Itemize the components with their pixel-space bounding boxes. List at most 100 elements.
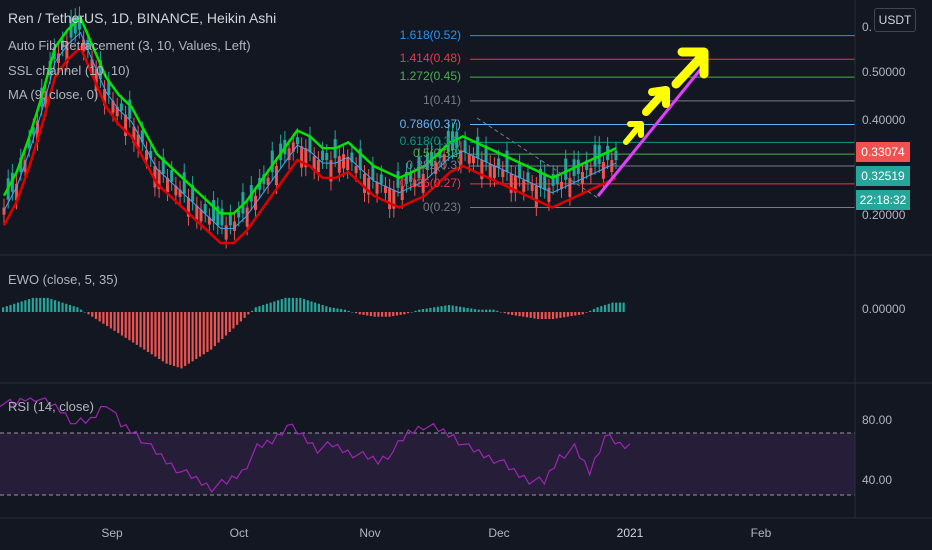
ewo-bar: [310, 301, 313, 312]
ewo-bar: [596, 307, 599, 312]
ewo-bar: [191, 312, 194, 362]
ewo-bar: [239, 312, 242, 322]
ewo-bar: [421, 309, 425, 312]
ewo-bar: [559, 312, 562, 318]
candle-body: [518, 163, 522, 178]
ewo-bar: [369, 312, 373, 317]
candle-body: [476, 136, 480, 159]
ewo-bar: [291, 297, 295, 312]
candle-body: [467, 154, 471, 164]
ewo-bar: [577, 312, 581, 315]
time-label-oct: Oct: [229, 526, 249, 540]
ewo-bar: [91, 312, 94, 317]
ewo-bar: [262, 304, 265, 312]
ewo-bar: [395, 312, 399, 316]
ewo-bar: [284, 297, 287, 312]
chart-canvas[interactable]: [0, 0, 932, 550]
ewo-bar: [28, 299, 31, 312]
ewo-bar: [466, 307, 469, 312]
ewo-bar: [581, 312, 584, 315]
rsi-tick-40: 40.00: [862, 473, 893, 487]
ewo-bar: [50, 299, 53, 312]
ewo-bar: [600, 306, 603, 312]
indicator-ma[interactable]: MA (9, close, 0): [8, 87, 98, 102]
ewo-bar: [250, 310, 254, 312]
ewo-bar: [525, 312, 529, 318]
ewo-bar: [87, 312, 90, 315]
ewo-bar: [321, 304, 324, 312]
candle-body: [212, 200, 216, 222]
ewo-bar: [154, 312, 157, 357]
rsi-title[interactable]: RSI (14, close): [8, 399, 94, 414]
indicator-auto-fib[interactable]: Auto Fib Retracement (3, 10, Values, Lef…: [8, 38, 251, 53]
ewo-bar: [57, 301, 60, 312]
ewo-bar: [117, 312, 120, 334]
candle-body: [463, 140, 467, 153]
candle-body: [614, 150, 618, 161]
ewo-bar: [399, 312, 402, 315]
ewo-bar: [358, 312, 361, 315]
ewo-bar: [418, 309, 421, 312]
price-tick-040: 0.40000: [862, 113, 906, 127]
ewo-bar: [68, 304, 72, 312]
candle-body: [316, 160, 320, 172]
ewo-bar: [243, 312, 246, 318]
price-tick-top: 0.: [862, 20, 873, 34]
ewo-bar: [161, 312, 164, 362]
ewo-bar: [314, 302, 317, 312]
ewo-bar: [94, 312, 98, 320]
ewo-bar: [537, 312, 540, 320]
time-label-2021: 2021: [616, 526, 644, 540]
ewo-bar: [24, 300, 27, 312]
ewo-bar: [548, 312, 551, 320]
ewo-bar: [589, 310, 592, 312]
ewo-bar: [269, 302, 272, 312]
ewo-bar: [518, 312, 521, 317]
candle-body: [119, 103, 123, 111]
ewo-bar: [180, 312, 183, 369]
ewo-bar: [135, 312, 138, 345]
ewo-bar: [388, 312, 391, 317]
candle-body: [170, 170, 174, 182]
ewo-bar: [213, 312, 216, 347]
candle-body: [388, 187, 392, 210]
ewo-bar: [540, 312, 543, 320]
ewo-histogram: [2, 297, 625, 369]
candle-body: [220, 208, 224, 226]
time-label-feb: Feb: [750, 526, 772, 540]
ewo-bar: [288, 297, 291, 312]
ewo-bar: [98, 312, 101, 322]
ewo-bar: [366, 312, 369, 316]
ewo-bar: [407, 312, 410, 314]
ewo-title[interactable]: EWO (close, 5, 35): [8, 272, 118, 287]
ewo-bar: [39, 297, 42, 312]
ewo-bar: [381, 312, 384, 317]
ewo-bar: [247, 312, 250, 315]
price-tick-020: 0.20000: [862, 208, 906, 222]
candle-body: [321, 150, 325, 161]
ewo-bar: [317, 303, 321, 312]
ewo-bar: [618, 302, 621, 312]
ewo-bar: [410, 312, 413, 313]
indicator-ssl-channel[interactable]: SSL channel (10, 10): [8, 63, 130, 78]
ewo-bar: [198, 312, 202, 357]
candle-body: [346, 158, 350, 170]
ewo-bar: [414, 310, 417, 312]
time-label-dec: Dec: [488, 526, 510, 540]
ewo-bar: [20, 301, 23, 312]
symbol-title[interactable]: Ren / TetherUS, 1D, BINANCE, Heikin Ashi: [8, 10, 276, 26]
ewo-bar: [139, 312, 142, 348]
ewo-bar: [102, 312, 105, 324]
ewo-bar: [459, 306, 462, 312]
ewo-axis-zero: 0.00000: [862, 302, 906, 316]
ewo-bar: [83, 312, 86, 313]
ewo-bar: [551, 312, 555, 320]
candle-body: [362, 173, 366, 193]
ewo-bar: [210, 312, 213, 350]
candle-body: [530, 183, 534, 191]
currency-button[interactable]: USDT: [874, 8, 916, 32]
ewo-bar: [455, 306, 458, 312]
ewo-bar: [340, 309, 343, 312]
ewo-bar: [236, 312, 239, 325]
candle-body: [601, 162, 605, 179]
